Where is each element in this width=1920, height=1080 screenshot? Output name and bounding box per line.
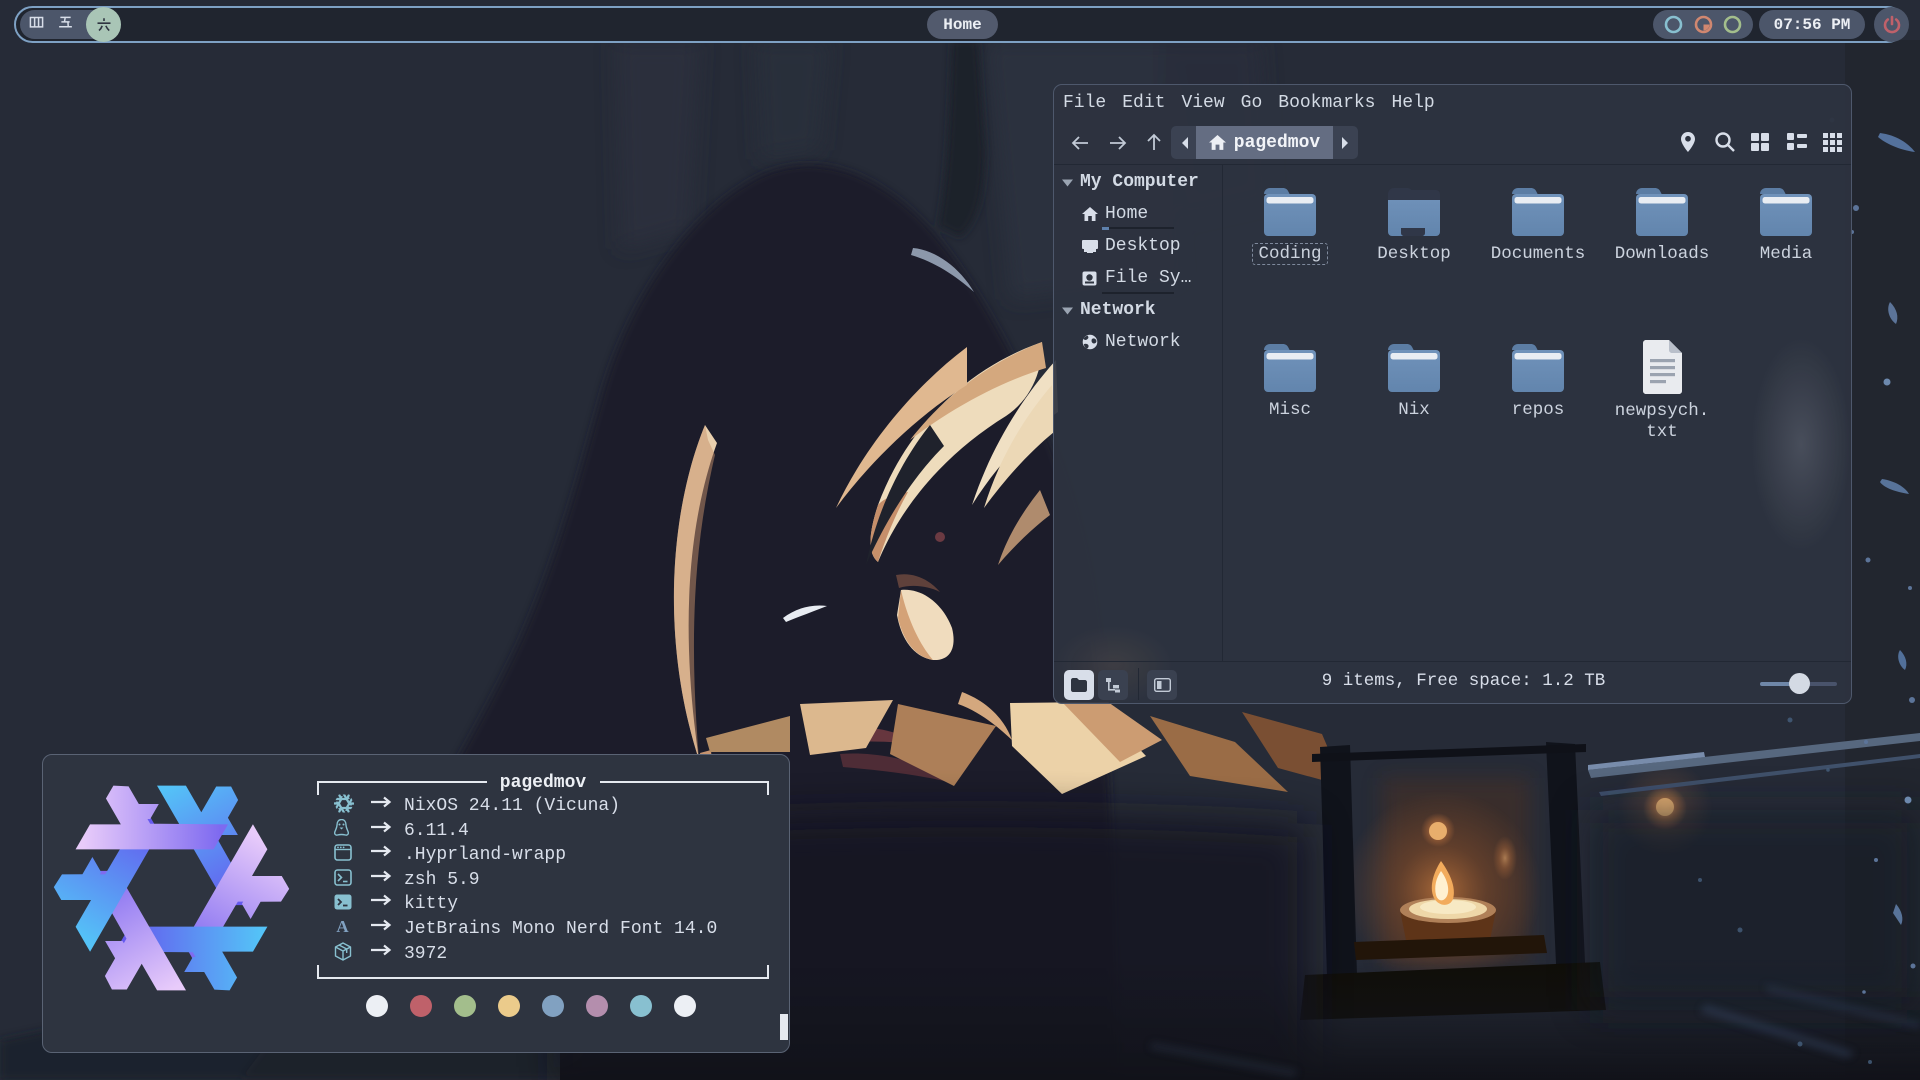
svg-text:A: A bbox=[336, 918, 349, 935]
